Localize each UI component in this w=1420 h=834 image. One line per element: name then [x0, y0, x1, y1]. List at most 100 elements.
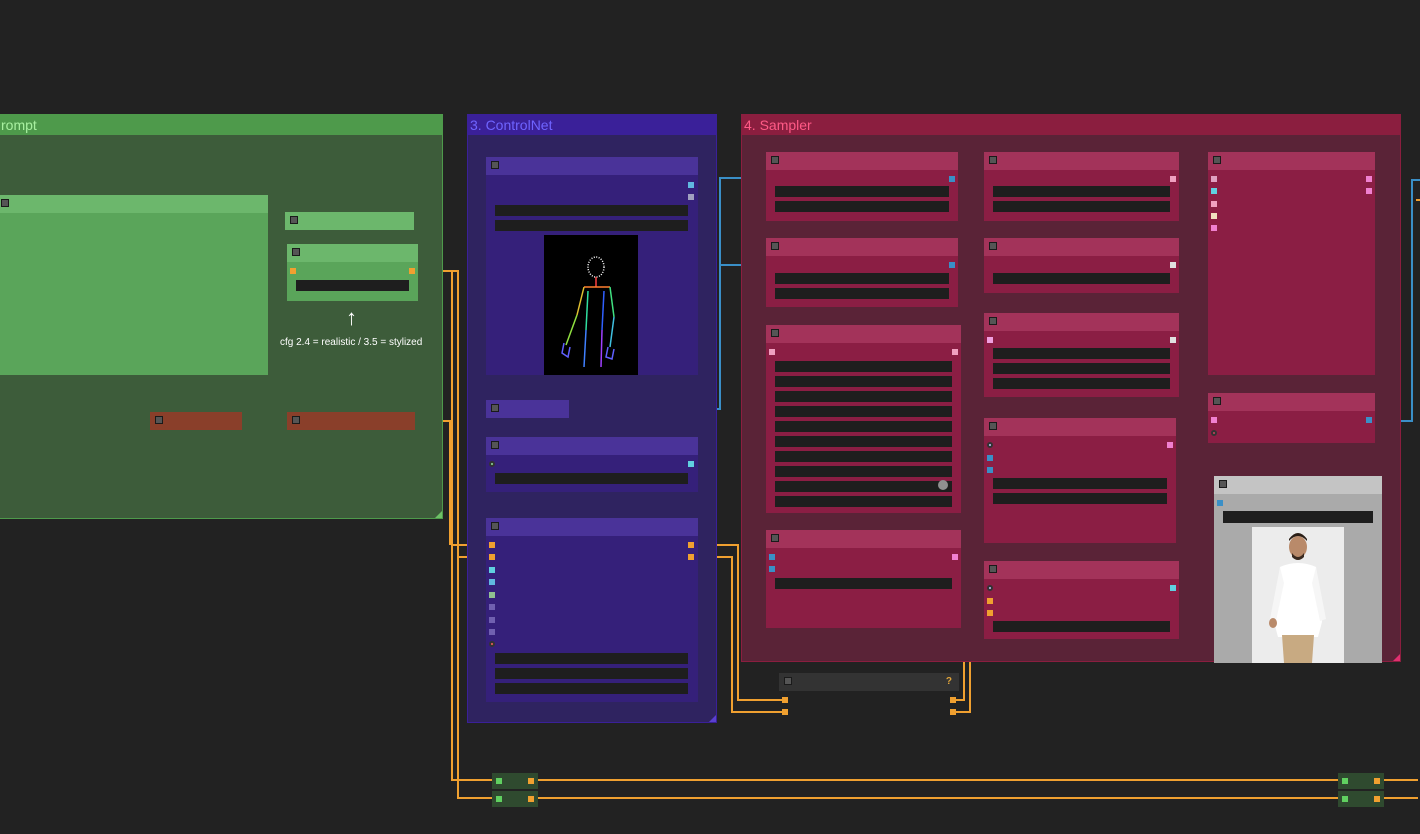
toggle-circle-icon[interactable] [938, 480, 948, 490]
collapse-toggle-icon[interactable] [771, 242, 779, 250]
input-port[interactable] [496, 778, 502, 784]
setting-field[interactable] [993, 378, 1170, 389]
setting-field[interactable] [993, 348, 1170, 359]
denoise-field[interactable] [775, 451, 952, 462]
sampler-node-1[interactable] [766, 152, 958, 221]
collapse-toggle-icon[interactable] [1213, 156, 1221, 164]
seed-field[interactable] [775, 361, 952, 372]
collapse-toggle-icon[interactable] [989, 242, 997, 250]
input-port[interactable] [489, 579, 495, 585]
output-port[interactable] [1366, 176, 1372, 182]
setting-field[interactable] [775, 186, 949, 197]
setting-field[interactable] [993, 493, 1167, 504]
output-port[interactable] [409, 268, 415, 274]
setting-field[interactable] [775, 578, 952, 589]
collapse-toggle-icon[interactable] [989, 565, 997, 573]
prompt-text-node[interactable] [0, 195, 268, 375]
input-port[interactable] [769, 566, 775, 572]
input-port[interactable] [1211, 176, 1217, 182]
input-port[interactable] [1342, 796, 1348, 802]
model-loader-node-b[interactable] [287, 412, 415, 430]
output-port[interactable] [950, 709, 956, 715]
input-port[interactable] [769, 554, 775, 560]
end-percent-field[interactable] [495, 683, 688, 694]
controlnet-model-node[interactable] [486, 437, 698, 492]
cfg-value-field[interactable] [296, 280, 409, 291]
input-port[interactable] [290, 268, 296, 274]
input-port[interactable] [489, 641, 495, 647]
collapse-toggle-icon[interactable] [989, 156, 997, 164]
collapse-toggle-icon[interactable] [771, 329, 779, 337]
output-port[interactable] [1170, 585, 1176, 591]
group-controlnet-title[interactable]: 3. ControlNet [468, 115, 716, 135]
reroute-node-right-2[interactable] [1338, 791, 1384, 807]
output-port[interactable] [1374, 778, 1380, 784]
reroute-node-left-1[interactable] [492, 773, 538, 789]
input-port[interactable] [1211, 225, 1217, 231]
output-port[interactable] [688, 194, 694, 200]
sampler-node-10[interactable] [1208, 152, 1375, 375]
input-port[interactable] [987, 337, 993, 343]
setting-field[interactable] [993, 186, 1170, 197]
output-port[interactable] [1366, 188, 1372, 194]
input-port[interactable] [489, 592, 495, 598]
controlnet-loader-node[interactable] [486, 400, 569, 418]
preprocessor-setting-field[interactable] [495, 205, 688, 216]
setting-field[interactable] [993, 201, 1170, 212]
input-port[interactable] [489, 617, 495, 623]
collapse-toggle-icon[interactable] [1213, 397, 1221, 405]
input-port[interactable] [1211, 430, 1217, 436]
input-port[interactable] [489, 567, 495, 573]
collapse-toggle-icon[interactable] [1219, 480, 1227, 488]
input-port[interactable] [489, 554, 495, 560]
output-port[interactable] [528, 778, 534, 784]
output-port[interactable] [1366, 417, 1372, 423]
setting-field[interactable] [993, 478, 1167, 489]
sampler-node-5[interactable] [984, 152, 1179, 221]
input-port[interactable] [489, 542, 495, 548]
input-port[interactable] [769, 349, 775, 355]
start-percent-field[interactable] [495, 668, 688, 679]
model-loader-node-a[interactable] [150, 412, 242, 430]
help-icon[interactable]: ? [946, 676, 952, 687]
output-port[interactable] [1170, 262, 1176, 268]
output-port[interactable] [952, 554, 958, 560]
control-after-generate-field[interactable] [775, 376, 952, 387]
setting-field[interactable] [775, 201, 949, 212]
pose-preprocessor-node[interactable] [486, 157, 698, 375]
collapse-toggle-icon[interactable] [155, 416, 163, 424]
sampler-node-9[interactable] [984, 561, 1179, 639]
collapse-toggle-icon[interactable] [771, 156, 779, 164]
steps-field[interactable] [775, 391, 952, 402]
input-port[interactable] [496, 796, 502, 802]
output-port[interactable] [688, 461, 694, 467]
input-port[interactable] [782, 709, 788, 715]
cfg-guidance-node[interactable] [287, 244, 418, 301]
ksampler-node[interactable] [766, 325, 961, 513]
sampler-node-4[interactable] [766, 530, 961, 628]
collapse-toggle-icon[interactable] [784, 677, 792, 685]
output-port[interactable] [1167, 442, 1173, 448]
collapse-toggle-icon[interactable] [491, 404, 499, 412]
sampler-node-11[interactable] [1208, 393, 1375, 443]
collapse-toggle-icon[interactable] [491, 441, 499, 449]
sampler-node-2[interactable] [766, 238, 958, 307]
setting-field[interactable] [775, 288, 949, 299]
output-port[interactable] [1170, 337, 1176, 343]
setting-field[interactable] [775, 273, 949, 284]
output-port[interactable] [949, 176, 955, 182]
input-port[interactable] [987, 442, 993, 448]
input-port[interactable] [987, 610, 993, 616]
group-sampler-resize-handle[interactable] [1393, 654, 1400, 661]
sampler-node-6[interactable] [984, 238, 1179, 293]
output-port[interactable] [949, 262, 955, 268]
input-port[interactable] [987, 585, 993, 591]
reroute-node-right-1[interactable] [1338, 773, 1384, 789]
group-sampler-title[interactable]: 4. Sampler [742, 115, 1400, 135]
filename-prefix-field[interactable] [1223, 511, 1373, 523]
setting-field[interactable] [993, 621, 1170, 632]
input-port[interactable] [1217, 500, 1223, 506]
input-port[interactable] [489, 629, 495, 635]
input-port[interactable] [489, 461, 495, 467]
output-port[interactable] [952, 349, 958, 355]
